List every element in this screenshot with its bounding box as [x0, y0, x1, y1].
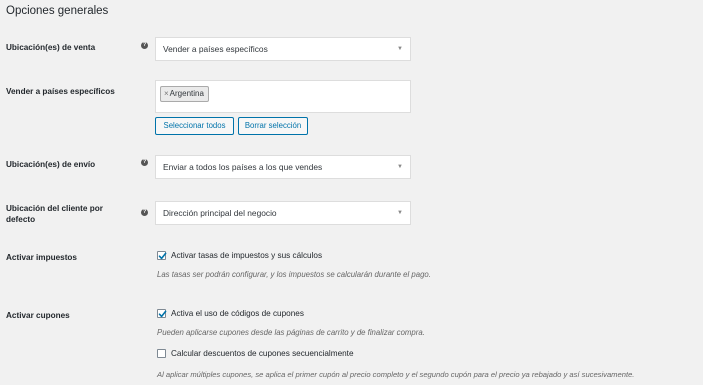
enable-taxes-description: Las tasas ser podrán configurar, y los i… [157, 270, 431, 279]
specific-countries-label: Vender a países específicos [6, 87, 115, 96]
default-customer-location-value: Dirección principal del negocio [163, 208, 277, 218]
enable-coupons-checkbox[interactable] [157, 309, 167, 318]
chevron-down-icon: ▼ [397, 164, 403, 170]
selling-location-value: Vender a países específicos [163, 44, 268, 54]
help-icon[interactable]: ? [141, 209, 148, 216]
checkmark-icon [158, 310, 167, 318]
shipping-location-value: Enviar a todos los países a los que vend… [163, 162, 323, 172]
enable-taxes-checkbox[interactable] [157, 251, 167, 260]
enable-coupons-label: Activar cupones [6, 311, 70, 320]
enable-taxes-label: Activar impuestos [6, 253, 77, 262]
clear-selection-button[interactable]: Borrar selección [238, 117, 308, 135]
chevron-down-icon: ▼ [397, 210, 403, 216]
enable-taxes-checkbox-label[interactable]: Activar tasas de impuestos y sus cálculo… [171, 251, 322, 261]
help-icon[interactable]: ? [141, 159, 148, 166]
shipping-location-select[interactable]: Enviar a todos los países a los que vend… [155, 155, 411, 179]
chevron-down-icon: ▼ [397, 46, 403, 52]
selling-location-label: Ubicación(es) de venta [6, 43, 96, 52]
default-customer-location-select[interactable]: Dirección principal del negocio ▼ [155, 201, 411, 225]
shipping-location-label: Ubicación(es) de envío [6, 160, 96, 169]
specific-countries-input[interactable]: ×Argentina [155, 80, 411, 113]
help-icon[interactable]: ? [141, 42, 148, 49]
page-title: Opciones generales [6, 5, 109, 17]
default-customer-location-label: Ubicación del cliente por defecto [6, 203, 103, 225]
sequential-coupons-description: Al aplicar múltiples cupones, se aplica … [157, 370, 635, 379]
enable-coupons-description: Pueden aplicarse cupones desde las págin… [157, 328, 425, 337]
select-all-button[interactable]: Seleccionar todos [155, 117, 234, 135]
label-line-1: Ubicación del cliente por [6, 204, 103, 213]
sequential-coupons-checkbox-label[interactable]: Calcular descuentos de cupones secuencia… [171, 349, 354, 359]
label-line-2: defecto [6, 215, 36, 224]
checkmark-icon [158, 252, 167, 260]
remove-chip-icon[interactable]: × [164, 89, 169, 98]
enable-coupons-checkbox-label[interactable]: Activa el uso de códigos de cupones [171, 309, 304, 319]
sequential-coupons-checkbox[interactable] [157, 349, 166, 358]
country-chip: ×Argentina [160, 86, 209, 102]
selling-location-select[interactable]: Vender a países específicos ▼ [155, 37, 411, 61]
chip-label: Argentina [169, 89, 204, 98]
